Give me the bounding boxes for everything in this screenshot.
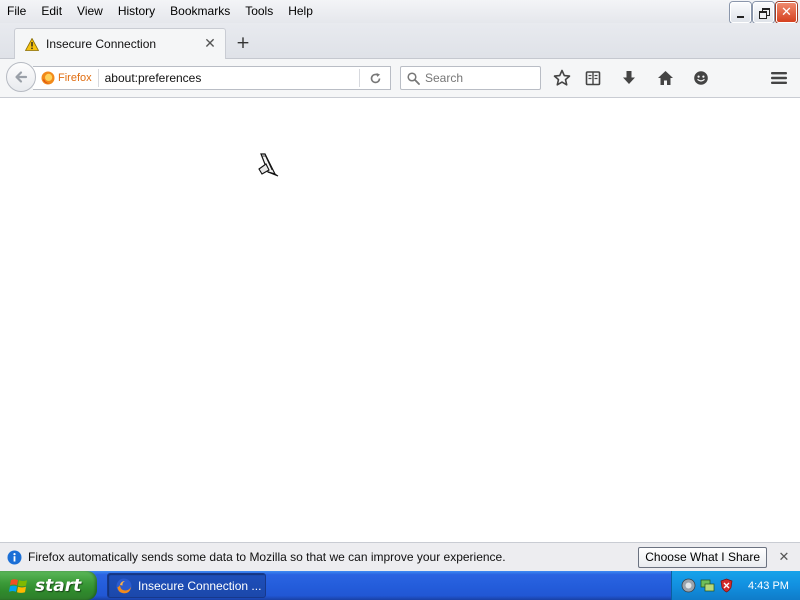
minimize-button[interactable] bbox=[730, 2, 751, 23]
hello-button[interactable] bbox=[690, 67, 712, 89]
firefox-logo-icon bbox=[116, 578, 132, 593]
url-bar[interactable]: Firefox about:preferences bbox=[33, 66, 391, 90]
menu-file[interactable]: File bbox=[0, 1, 34, 21]
notification-message: Firefox automatically sends some data to… bbox=[28, 550, 506, 564]
search-input[interactable] bbox=[425, 71, 535, 85]
bookmark-star-button[interactable] bbox=[551, 67, 573, 89]
bookmark-star-icon bbox=[553, 69, 571, 86]
info-icon bbox=[7, 550, 22, 564]
back-button[interactable] bbox=[6, 62, 36, 92]
navigation-toolbar: Firefox about:preferences bbox=[0, 59, 800, 98]
restore-icon bbox=[758, 7, 770, 19]
security-shield-icon[interactable] bbox=[719, 578, 734, 593]
reload-icon bbox=[370, 72, 380, 83]
back-arrow-icon bbox=[15, 71, 28, 83]
tab-close-icon[interactable]: ✕ bbox=[201, 36, 219, 52]
menu-edit[interactable]: Edit bbox=[34, 1, 70, 21]
menu-icon bbox=[771, 72, 787, 84]
sync-icon[interactable] bbox=[681, 578, 696, 593]
warning-icon bbox=[25, 37, 39, 51]
menu-bookmarks[interactable]: Bookmarks bbox=[163, 1, 238, 21]
busy-cursor-icon bbox=[258, 153, 279, 177]
tab-title: Insecure Connection bbox=[46, 37, 157, 51]
new-tab-button[interactable]: + bbox=[234, 33, 252, 53]
notification-close-icon[interactable]: ✕ bbox=[777, 550, 791, 565]
taskbar-item-label: Insecure Connection ... bbox=[138, 578, 262, 593]
clock: 4:43 PM bbox=[748, 579, 789, 592]
identity-label: Firefox bbox=[58, 72, 92, 84]
downloads-button[interactable] bbox=[618, 67, 640, 89]
reading-list-icon bbox=[585, 71, 601, 86]
home-button[interactable] bbox=[654, 67, 676, 89]
start-label: start bbox=[35, 575, 82, 596]
window-controls: ✕ bbox=[730, 2, 797, 23]
menu-bar: File Edit View History Bookmarks Tools H… bbox=[0, 0, 321, 22]
data-notification-bar: Firefox automatically sends some data to… bbox=[0, 542, 800, 571]
open-menu-button[interactable] bbox=[768, 67, 790, 89]
close-icon: ✕ bbox=[781, 5, 792, 20]
reload-button[interactable] bbox=[360, 67, 390, 89]
hello-icon bbox=[694, 71, 708, 85]
home-icon bbox=[657, 71, 673, 85]
downloads-icon bbox=[623, 71, 635, 84]
url-field[interactable]: about:preferences bbox=[99, 71, 359, 85]
choose-what-i-share-button[interactable]: Choose What I Share bbox=[638, 546, 767, 568]
minimize-icon bbox=[737, 15, 744, 18]
network-icon[interactable] bbox=[700, 578, 715, 593]
firefox-logo-icon bbox=[41, 71, 55, 85]
restore-button[interactable] bbox=[753, 2, 774, 23]
windows-logo-icon bbox=[9, 578, 27, 593]
search-icon bbox=[407, 71, 420, 85]
taskbar: start Insecure Connection ... 4:43 PM bbox=[0, 571, 800, 600]
tab-insecure-connection[interactable]: Insecure Connection ✕ bbox=[14, 28, 226, 59]
system-tray: 4:43 PM bbox=[671, 571, 800, 600]
start-button[interactable]: start bbox=[0, 571, 97, 600]
reading-list-button[interactable] bbox=[582, 67, 604, 89]
menu-tools[interactable]: Tools bbox=[238, 1, 281, 21]
menu-view[interactable]: View bbox=[70, 1, 111, 21]
close-window-button[interactable]: ✕ bbox=[776, 2, 797, 23]
search-bar[interactable] bbox=[400, 66, 541, 90]
taskbar-item-firefox[interactable]: Insecure Connection ... bbox=[107, 573, 266, 598]
menu-help[interactable]: Help bbox=[281, 1, 321, 21]
title-bar: File Edit View History Bookmarks Tools H… bbox=[0, 0, 800, 23]
tab-strip: Insecure Connection ✕ + bbox=[0, 23, 800, 59]
identity-box[interactable]: Firefox bbox=[33, 69, 99, 87]
menu-history[interactable]: History bbox=[111, 1, 163, 21]
page-content bbox=[0, 98, 800, 542]
